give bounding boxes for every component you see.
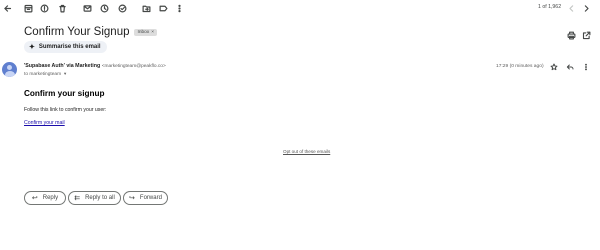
avatar-head-shape [7,65,12,70]
email-timestamp: 17:29 (0 minutes ago) [496,64,544,69]
label-icon[interactable] [158,3,169,14]
chevron-right-icon[interactable] [581,3,592,14]
sender-email: <marketingteam@peakflo.co> [101,64,166,69]
opt-out-link[interactable]: Opt out of these emails [283,149,330,154]
recipient-line[interactable]: to marketingteam ▼ [24,71,67,77]
report-spam-icon[interactable] [39,3,50,14]
avatar-body-shape [4,71,15,77]
avatar[interactable] [2,62,17,77]
label-chip-text: Inbox [137,29,150,35]
chevron-left-icon[interactable] [566,3,577,14]
toolbar: 1 of 1,962 [0,0,600,17]
reply-all-arrow-icon: ⇇ [74,195,81,202]
label-remove-icon[interactable]: × [151,30,154,35]
inbox-label-chip[interactable]: Inbox × [134,28,158,36]
forward-arrow-icon: ↪ [129,195,135,202]
email-subject: Confirm Your Signup [24,26,130,38]
reply-icon[interactable] [565,62,575,72]
summarise-label: Summarise this email [38,44,101,50]
star-icon[interactable] [549,62,559,72]
body-text: Follow this link to confirm your user: [24,107,107,113]
more-vert-icon[interactable] [174,3,185,14]
subject-row: Confirm Your Signup Inbox × [24,25,158,39]
sender-name[interactable]: 'Supabase Auth' via Marketing [24,63,100,69]
delete-icon[interactable] [57,3,68,14]
reply-all-label: Reply to all [85,195,115,201]
forward-label: Forward [139,195,162,201]
forward-button[interactable]: ↪ Forward [123,191,168,205]
back-arrow-icon[interactable] [2,3,13,14]
snooze-icon[interactable] [99,3,110,14]
body-heading: Confirm your signup [24,89,105,98]
reply-button[interactable]: ↩ Reply [24,191,66,205]
reply-all-button[interactable]: ⇇ Reply to all [68,191,121,205]
archive-icon[interactable] [23,3,34,14]
open-new-window-icon[interactable] [582,27,592,40]
mark-unread-icon[interactable] [82,3,93,14]
recipient-text: to marketingteam [24,72,62,77]
sparkle-icon: ✦ [29,44,35,51]
pager-count: 1 of 1,962 [538,4,562,10]
move-to-icon[interactable] [141,3,152,14]
summarise-email-button[interactable]: ✦ Summarise this email [24,41,107,53]
sender-line: 'Supabase Auth' via Marketing <marketing… [24,63,166,69]
recipient-details-caret-icon[interactable]: ▼ [63,71,67,76]
more-options-icon[interactable] [581,62,591,72]
reply-label: Reply [42,195,59,201]
print-icon[interactable] [567,27,577,40]
add-task-icon[interactable] [117,3,128,14]
confirm-mail-link[interactable]: Confirm your mail [24,120,65,126]
reply-arrow-icon: ↩ [31,195,38,202]
